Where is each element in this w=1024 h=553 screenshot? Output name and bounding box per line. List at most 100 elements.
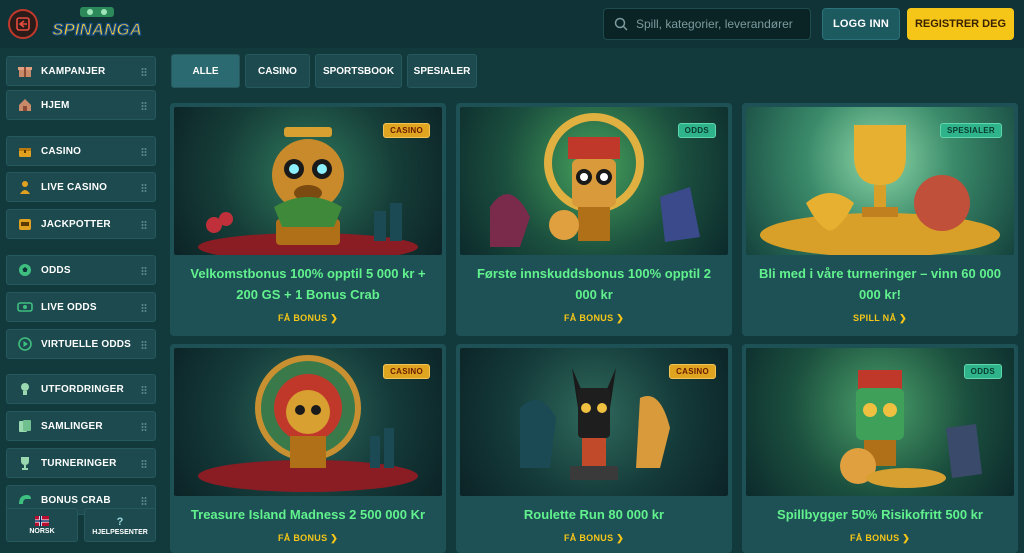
challenge-icon xyxy=(21,383,29,395)
sidebar-item-label: LIVE ODDS xyxy=(41,301,97,313)
promo-cta-label: FÅ BONUS xyxy=(563,313,614,323)
svg-text:?: ? xyxy=(117,516,124,527)
promo-image: CASINO xyxy=(174,107,442,255)
sidebar-item-live-odds[interactable]: LIVE ODDS xyxy=(6,292,156,322)
home-icon xyxy=(19,99,31,111)
promo-cta-button[interactable]: SPILL NÅ ❯ xyxy=(742,313,1018,324)
gift-icon xyxy=(18,67,32,77)
register-button[interactable]: REGISTRER DEG xyxy=(907,8,1014,40)
promo-badge: ODDS xyxy=(677,123,716,138)
sidebar-item-jackpotter[interactable]: JACKPOTTER xyxy=(6,209,156,239)
sidebar-item-utfordringer[interactable]: UTFORDRINGER xyxy=(6,374,156,404)
promo-title: Første innskuddsbonus 100% opptil 2 000 … xyxy=(476,266,712,302)
football-icon xyxy=(19,264,31,276)
menu-toggle-button[interactable] xyxy=(8,9,38,39)
promo-badge: CASINO xyxy=(383,364,430,379)
language-button[interactable]: NORSK xyxy=(6,508,78,542)
promo-cta-label: FÅ BONUS xyxy=(277,533,328,543)
drag-handle-icon xyxy=(141,148,147,156)
promo-image: CASINO xyxy=(174,348,442,496)
sidebar: KAMPANJER HJEM CASINO LIVE CASINO JACKPO… xyxy=(0,48,164,553)
promo-filter-tabs: ALLE CASINO SPORTSBOOK SPESIALER xyxy=(171,54,477,88)
promo-title: Velkomstbonus 100% opptil 5 000 kr + 200… xyxy=(190,266,426,302)
drag-handle-icon xyxy=(141,184,147,192)
back-arrow-icon xyxy=(16,17,30,31)
drag-handle-icon xyxy=(141,497,147,505)
promo-badge: CASINO xyxy=(383,123,430,138)
drag-handle-icon xyxy=(141,102,147,110)
sidebar-item-turneringer[interactable]: TURNERINGER xyxy=(6,448,156,478)
search-icon xyxy=(614,17,628,31)
promo-title: Treasure Island Madness 2 500 000 Kr xyxy=(190,507,426,522)
chevron-right-icon: ❯ xyxy=(330,313,339,323)
promo-cta-label: FÅ BONUS xyxy=(563,533,614,543)
promo-cta-button[interactable]: FÅ BONUS ❯ xyxy=(456,313,732,324)
promo-card[interactable]: ODDS Første innskuddsbonus 100% opptil 2… xyxy=(456,103,732,336)
promo-card[interactable]: CASINO Roulette Run 80 000 kr FÅ BONUS ❯ xyxy=(456,344,732,553)
promo-image: SPESIALER xyxy=(746,107,1014,255)
drag-handle-icon xyxy=(141,341,147,349)
sidebar-item-virtuelle-odds[interactable]: VIRTUELLE ODDS xyxy=(6,329,156,359)
help-icon: ? xyxy=(117,516,124,527)
sidebar-item-label: LIVE CASINO xyxy=(41,181,108,193)
help-center-button[interactable]: ? HJELPESENTER xyxy=(84,508,156,542)
tab-spesialer[interactable]: SPESIALER xyxy=(407,54,477,88)
sidebar-item-label: JACKPOTTER xyxy=(41,218,111,230)
tab-casino[interactable]: CASINO xyxy=(245,54,310,88)
search-box[interactable] xyxy=(603,8,811,40)
chevron-right-icon: ❯ xyxy=(899,313,907,323)
top-header: SPINANGA LOGG INN REGISTRER DEG xyxy=(0,0,1024,48)
promo-cta-label: FÅ BONUS xyxy=(277,313,328,323)
promo-card[interactable]: CASINO Velkomstbonus 100% opptil 5 000 k… xyxy=(170,103,446,336)
cards-icon xyxy=(19,420,31,432)
promo-cta-button[interactable]: FÅ BONUS ❯ xyxy=(742,533,1018,544)
promo-card[interactable]: ODDS Spillbygger 50% Risikofritt 500 kr … xyxy=(742,344,1018,553)
sidebar-item-label: VIRTUELLE ODDS xyxy=(41,338,132,350)
sidebar-item-samlinger[interactable]: SAMLINGER xyxy=(6,411,156,441)
drag-handle-icon xyxy=(141,423,147,431)
treasure-chest-icon xyxy=(19,148,31,157)
promo-cta-button[interactable]: FÅ BONUS ❯ xyxy=(170,533,446,544)
promo-badge: ODDS xyxy=(963,364,1002,379)
sidebar-item-label: ODDS xyxy=(41,264,71,276)
sidebar-item-live-casino[interactable]: LIVE CASINO xyxy=(6,172,156,202)
drag-handle-icon xyxy=(141,386,147,394)
drag-handle-icon xyxy=(141,221,147,229)
chevron-right-icon: ❯ xyxy=(616,313,625,323)
help-center-label: HJELPESENTER xyxy=(92,528,148,536)
sidebar-item-hjem[interactable]: HJEM xyxy=(6,90,156,120)
promo-card[interactable]: CASINO Treasure Island Madness 2 500 000… xyxy=(170,344,446,553)
promo-title: Roulette Run 80 000 kr xyxy=(523,507,665,522)
promo-cta-button[interactable]: FÅ BONUS ❯ xyxy=(170,313,446,324)
sidebar-item-kampanjer[interactable]: KAMPANJER xyxy=(6,56,156,86)
sidebar-item-label: BONUS CRAB xyxy=(41,494,111,506)
language-label: NORSK xyxy=(29,527,55,535)
search-input[interactable] xyxy=(636,17,806,31)
drag-handle-icon xyxy=(141,68,147,76)
promo-cta-button[interactable]: FÅ BONUS ❯ xyxy=(456,533,732,544)
spinanga-logo[interactable]: SPINANGA xyxy=(52,6,142,42)
sidebar-item-label: TURNERINGER xyxy=(41,457,117,469)
tab-sportsbook[interactable]: SPORTSBOOK xyxy=(315,54,402,88)
sidebar-item-label: UTFORDRINGER xyxy=(41,383,124,395)
chevron-right-icon: ❯ xyxy=(330,533,339,543)
play-circle-icon xyxy=(18,337,32,351)
chevron-right-icon: ❯ xyxy=(902,533,911,543)
promo-image: ODDS xyxy=(460,107,728,255)
promo-cta-label: FÅ BONUS xyxy=(849,533,900,543)
sidebar-item-odds[interactable]: ODDS xyxy=(6,255,156,285)
login-button[interactable]: LOGG INN xyxy=(822,8,900,40)
drag-handle-icon xyxy=(141,267,147,275)
promo-image: CASINO xyxy=(460,348,728,496)
sidebar-item-label: SAMLINGER xyxy=(41,420,103,432)
sidebar-item-label: CASINO xyxy=(41,145,82,157)
sidebar-item-casino[interactable]: CASINO xyxy=(6,136,156,166)
tab-alle[interactable]: ALLE xyxy=(171,54,240,88)
promo-card[interactable]: SPESIALER Bli med i våre turneringer – v… xyxy=(742,103,1018,336)
trophy-icon xyxy=(21,457,29,470)
sidebar-item-label: KAMPANJER xyxy=(41,65,106,77)
crab-claw-icon xyxy=(19,495,31,504)
promo-badge: CASINO xyxy=(669,364,716,379)
svg-text:SPINANGA: SPINANGA xyxy=(52,20,142,39)
promo-badge: SPESIALER xyxy=(939,123,1002,138)
